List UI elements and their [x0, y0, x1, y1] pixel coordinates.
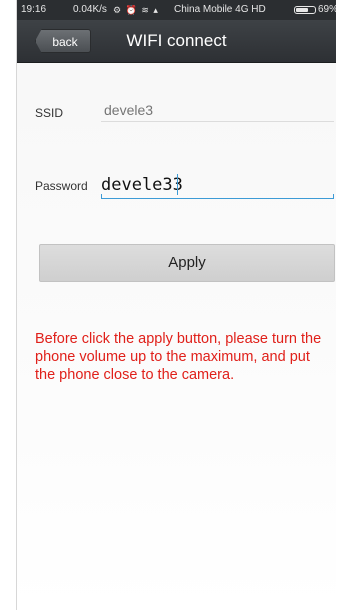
- battery-fill: [296, 8, 308, 12]
- password-input[interactable]: [101, 171, 334, 199]
- wifi-icon: ≋: [141, 5, 150, 15]
- warning-message: Before click the apply button, please tu…: [35, 331, 322, 383]
- text-caret: [177, 174, 178, 195]
- title-bar: WIFI connect back: [17, 20, 336, 63]
- status-icons: ⚙ ⏰ ≋ ▴: [113, 0, 159, 20]
- signal-icon: ▴: [153, 5, 159, 15]
- status-carrier: China Mobile 4G HD: [174, 4, 266, 15]
- password-underline-left-tick: [101, 194, 102, 199]
- ssid-label: SSID: [35, 106, 64, 120]
- status-time: 19:16: [21, 4, 47, 15]
- alarm-icon: ⏰: [125, 5, 138, 15]
- app-screen: 19:16 0.04K/s ⚙ ⏰ ≋ ▴ China Mobile 4G HD…: [16, 0, 336, 610]
- password-label: Password: [35, 179, 88, 193]
- battery-percent: 69%: [318, 4, 336, 15]
- battery-icon: [294, 6, 316, 14]
- back-button[interactable]: back: [35, 29, 91, 53]
- settings-icon: ⚙: [113, 5, 123, 15]
- status-speed: 0.04K/s: [73, 4, 107, 15]
- ssid-input[interactable]: [101, 98, 334, 122]
- apply-button[interactable]: Apply: [39, 244, 335, 282]
- status-bar: 19:16 0.04K/s ⚙ ⏰ ≋ ▴ China Mobile 4G HD…: [17, 0, 336, 20]
- password-underline-right-tick: [333, 194, 334, 199]
